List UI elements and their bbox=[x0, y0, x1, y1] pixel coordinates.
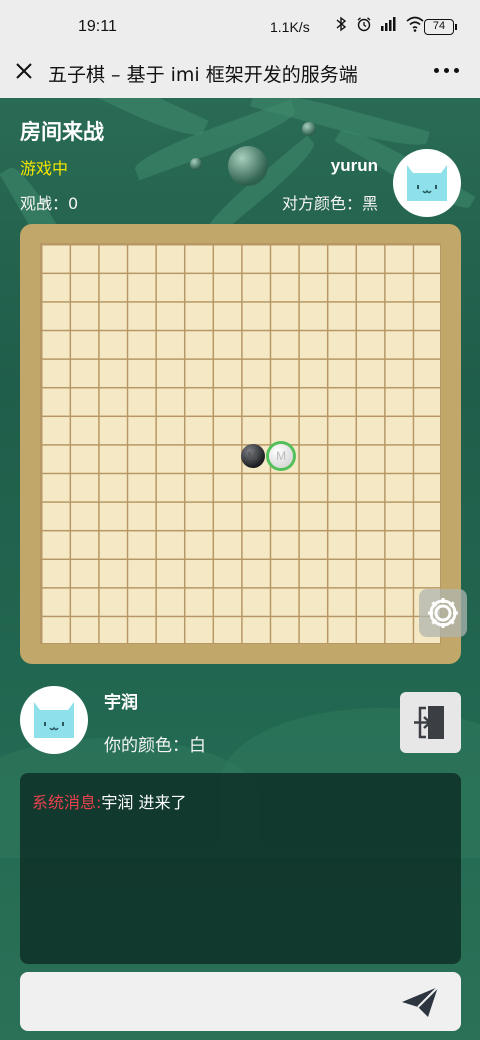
stone-label: M bbox=[276, 448, 287, 463]
chat-sender: 系统消息: bbox=[32, 793, 102, 812]
close-icon[interactable] bbox=[12, 59, 36, 83]
status-time: 19:11 bbox=[78, 18, 117, 35]
spectator-count: 观战：0 bbox=[20, 190, 78, 214]
exit-room-button[interactable] bbox=[400, 692, 461, 753]
network-speed: 1.1K/s bbox=[270, 19, 310, 35]
stone-label: M bbox=[247, 448, 258, 463]
status-bar: 19:11 1.1K/s 74 bbox=[0, 0, 480, 52]
chat-input[interactable] bbox=[32, 982, 392, 1022]
opponent-color: 对方颜色：黑 bbox=[281, 194, 378, 213]
chat-text: 宇润 进来了 bbox=[101, 793, 187, 812]
exit-icon bbox=[414, 706, 444, 739]
player-avatar bbox=[20, 686, 88, 754]
spectator-value: 0 bbox=[68, 194, 79, 213]
gear-icon bbox=[428, 598, 458, 628]
spectator-label: 观战： bbox=[20, 194, 69, 213]
opponent-name: yurun bbox=[330, 156, 378, 175]
settings-button[interactable] bbox=[419, 589, 467, 637]
hd-signal-icon bbox=[381, 17, 396, 31]
wifi-icon bbox=[406, 16, 424, 32]
status-icons bbox=[333, 16, 424, 32]
game-status: 游戏中 bbox=[20, 159, 69, 178]
title-bar: 五子棋 – 基于 imi 框架开发的服务端 bbox=[0, 46, 480, 98]
alarm-icon bbox=[357, 17, 371, 32]
battery-indicator: 74 bbox=[424, 19, 457, 35]
player-color: 你的颜色：白 bbox=[104, 736, 206, 756]
more-menu-icon[interactable] bbox=[434, 68, 459, 73]
chat-input-bar bbox=[20, 972, 461, 1031]
page-title: 五子棋 – 基于 imi 框架开发的服务端 bbox=[48, 64, 358, 86]
white-stone: M bbox=[269, 443, 294, 468]
send-icon[interactable] bbox=[400, 984, 440, 1020]
opponent-avatar bbox=[393, 149, 461, 217]
chat-message: 系统消息:宇润 进来了 bbox=[32, 789, 187, 813]
player-name: 宇润 bbox=[104, 693, 138, 713]
room-title: 房间来战 bbox=[20, 120, 104, 144]
black-stone: M bbox=[240, 443, 265, 468]
bluetooth-icon bbox=[336, 16, 347, 32]
